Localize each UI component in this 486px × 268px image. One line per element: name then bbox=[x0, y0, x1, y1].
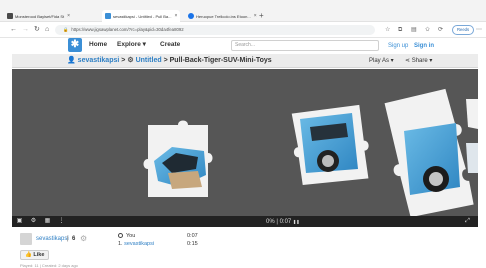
progress-text: 0% | 0:07 bbox=[266, 219, 292, 225]
new-tab-button[interactable]: + bbox=[259, 12, 264, 20]
extensions-icon[interactable]: ⧉ bbox=[398, 26, 402, 34]
tab-label: sevastikapsi - Untitled - Pull Ba... bbox=[113, 13, 172, 19]
url-text: https://www.jigsawplanet.com/?rc=play&pi… bbox=[71, 27, 184, 32]
profile-button[interactable]: Reeds bbox=[452, 25, 475, 35]
sync-icon[interactable]: ⟳ bbox=[438, 26, 443, 34]
played-info: Played: 11 | Created: 2 days ago bbox=[20, 263, 78, 268]
settings-icon[interactable]: ⚙ bbox=[30, 218, 37, 225]
browser-tab-2[interactable]: sevastikapsi - Untitled - Pull Ba... × bbox=[102, 10, 180, 22]
you-time: 0:07 bbox=[187, 233, 198, 239]
like-label: Like bbox=[33, 252, 45, 258]
puzzle-control-bar: ▣ ⚙ ▦ ⋮ 0% | 0:07 ❚❚ ⤢ bbox=[12, 216, 478, 227]
puzzle-piece[interactable] bbox=[384, 87, 475, 216]
tab-favicon-icon bbox=[7, 13, 13, 19]
like-button[interactable]: 👍 Like bbox=[20, 250, 50, 260]
lock-icon: 🔒 bbox=[63, 27, 69, 32]
nav-explore[interactable]: Explore ▾ bbox=[117, 40, 146, 50]
clock-icon bbox=[118, 233, 123, 238]
more-icon[interactable]: ⋮ bbox=[58, 218, 65, 225]
tab-favicon-icon bbox=[188, 13, 194, 19]
menu-icon[interactable]: ⋯ bbox=[476, 26, 482, 34]
favorites-icon[interactable]: ✩ bbox=[425, 26, 430, 34]
rank-label: 1. bbox=[118, 241, 123, 247]
preview-icon[interactable]: ▣ bbox=[16, 218, 23, 225]
browser-window: Monsterood Baylset/Fida St × sevastikaps… bbox=[0, 0, 486, 268]
share-icon: ⋖ bbox=[405, 58, 412, 64]
puzzle-title: Pull-Back-Tiger-SUV-Mini-Toys bbox=[169, 57, 272, 64]
breadcrumb-user[interactable]: sevastikapsi bbox=[78, 57, 120, 64]
breadcrumb-folder[interactable]: Untitled bbox=[136, 57, 162, 64]
owner-separator: | bbox=[67, 236, 69, 242]
breadcrumb-separator: > bbox=[121, 57, 126, 64]
result-row-you: You 0:07 bbox=[118, 232, 228, 240]
share-label: Share ▾ bbox=[411, 58, 433, 64]
rank-user[interactable]: sevastikapsi bbox=[124, 241, 154, 247]
reload-icon[interactable]: ↻ bbox=[34, 25, 40, 35]
breadcrumb: 👤 sevastikapsi > ⚙ Untitled > Pull-Back-… bbox=[67, 55, 272, 67]
close-icon[interactable]: × bbox=[174, 13, 177, 19]
background-icon[interactable]: ▦ bbox=[44, 218, 51, 225]
fullscreen-icon[interactable]: ⤢ bbox=[464, 218, 471, 225]
browser-tab-1[interactable]: Monsterood Baylset/Fida St × bbox=[4, 10, 94, 22]
search-input[interactable]: Search... bbox=[231, 40, 379, 51]
signin-link[interactable]: Sign in bbox=[414, 41, 434, 51]
collections-icon[interactable]: ▤ bbox=[411, 26, 417, 34]
forward-icon[interactable]: → bbox=[22, 25, 29, 35]
rank-time: 0:15 bbox=[187, 241, 198, 247]
you-label: You bbox=[126, 233, 136, 239]
puzzle-piece[interactable] bbox=[291, 104, 371, 186]
browser-tab-3[interactable]: Heruopue Trellcolo.ins Etoon... × bbox=[185, 10, 257, 22]
progress-timer: 0% | 0:07 ❚❚ bbox=[266, 217, 300, 227]
result-row-1: 1. sevastikapsi 0:15 bbox=[118, 240, 228, 248]
folder-icon: ⚙ bbox=[127, 57, 134, 64]
thumbs-up-icon: 👍 bbox=[25, 252, 32, 258]
owner-score: 6 bbox=[72, 236, 76, 242]
share-button[interactable]: ⋖ Share ▾ bbox=[405, 55, 432, 67]
puzzle-piece[interactable] bbox=[143, 120, 213, 198]
nav-create[interactable]: Create bbox=[160, 40, 180, 50]
browser-toolbar: ← → ↻ ⌂ 🔒 https://www.jigsawplanet.com/?r… bbox=[0, 22, 486, 38]
user-icon: 👤 bbox=[67, 57, 76, 64]
back-icon[interactable]: ← bbox=[10, 25, 17, 35]
tab-label: Monsterood Baylset/Fida St bbox=[15, 13, 65, 19]
signup-link[interactable]: Sign up bbox=[388, 41, 408, 51]
home-icon[interactable]: ⌂ bbox=[45, 25, 49, 35]
nav-home[interactable]: Home bbox=[89, 40, 107, 50]
tab-favicon-icon bbox=[105, 13, 111, 19]
results-table: You 0:07 1. sevastikapsi 0:15 bbox=[118, 232, 228, 248]
address-bar[interactable]: 🔒 https://www.jigsawplanet.com/?rc=play&p… bbox=[55, 25, 375, 35]
tab-label: Heruopue Trellcolo.ins Etoon... bbox=[196, 13, 251, 19]
site-logo[interactable]: ✱ bbox=[68, 38, 82, 52]
puzzle-title-bar: 👤 sevastikapsi > ⚙ Untitled > Pull-Back-… bbox=[12, 54, 478, 68]
close-icon[interactable]: × bbox=[254, 13, 257, 19]
breadcrumb-separator: > bbox=[163, 57, 168, 64]
browser-tab-bar: Monsterood Baylset/Fida St × sevastikaps… bbox=[0, 0, 486, 22]
star-icon[interactable]: ☆ bbox=[385, 26, 390, 34]
puzzle-piece[interactable] bbox=[466, 99, 478, 173]
site-header: ✱ Home Explore ▾ Create Search... Sign u… bbox=[0, 38, 486, 54]
avatar[interactable] bbox=[20, 233, 32, 245]
close-icon[interactable]: × bbox=[67, 13, 70, 19]
pause-icon[interactable]: ❚❚ bbox=[293, 219, 300, 224]
puzzle-canvas[interactable] bbox=[12, 69, 478, 216]
puzzle-stage[interactable] bbox=[12, 69, 478, 216]
play-as-button[interactable]: Play As ▾ bbox=[369, 55, 394, 67]
cog-icon: ⚙ bbox=[80, 234, 88, 243]
owner-name[interactable]: sevastikapsi bbox=[36, 235, 69, 243]
